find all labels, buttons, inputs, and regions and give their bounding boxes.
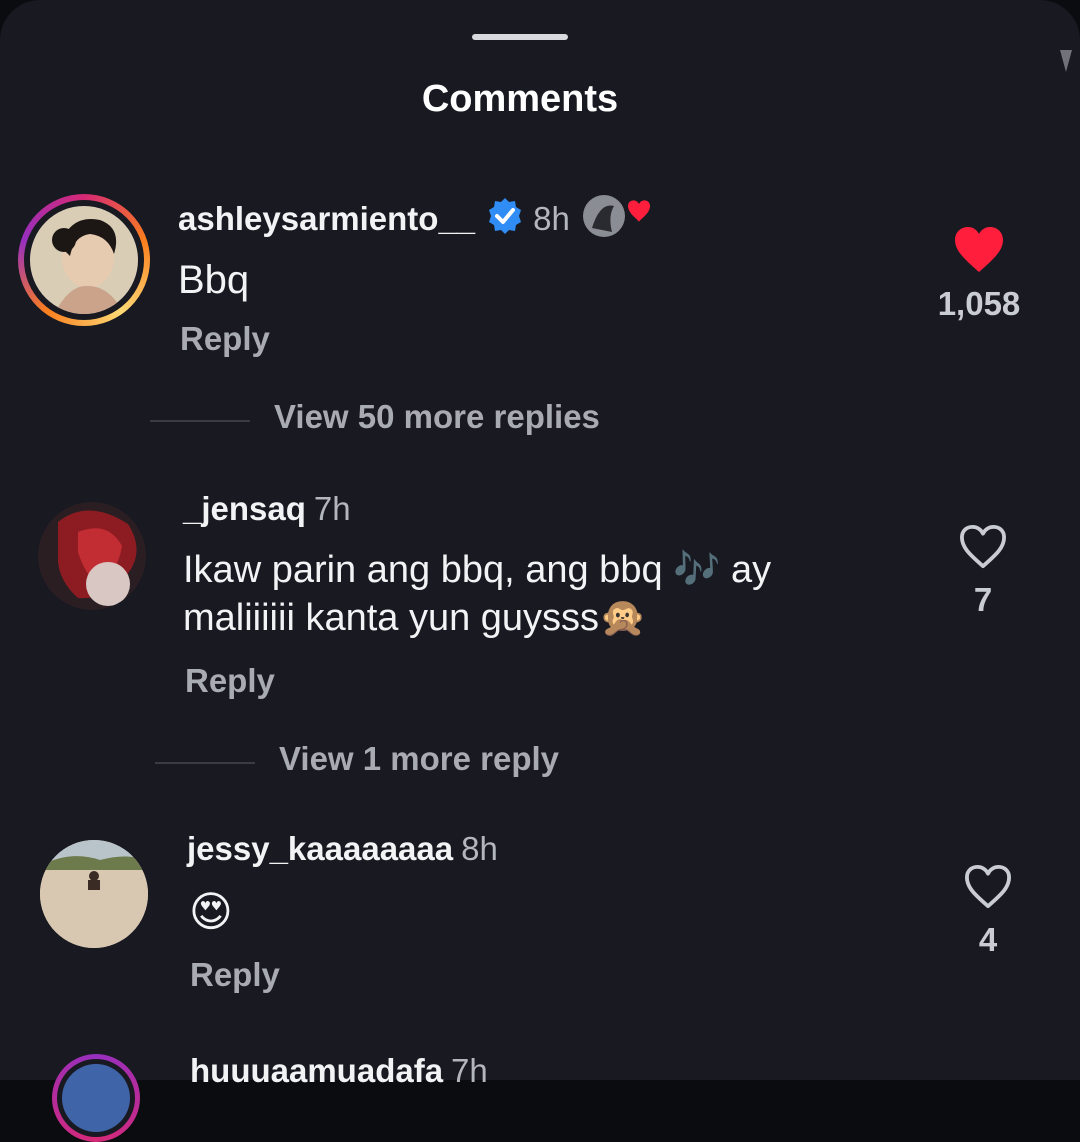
- comment-text-line: maliiiiii kanta yun guysss: [183, 597, 600, 639]
- replies-divider: [155, 762, 255, 764]
- comment-text-line: ay: [720, 549, 772, 591]
- avatar[interactable]: [40, 840, 148, 948]
- comment-text: Bbq: [178, 258, 250, 302]
- reply-button[interactable]: Reply: [190, 956, 280, 994]
- comment-text-line: Ikaw parin ang bbq, ang bbq: [183, 549, 663, 591]
- comments-sheet: Comments ashleysarmiento__ 8h Bbq Reply 1…: [0, 0, 1080, 1142]
- reply-button[interactable]: Reply: [185, 662, 275, 700]
- username[interactable]: huuuaamuadafa: [190, 1052, 443, 1089]
- comment-time: 8h: [533, 200, 570, 237]
- sheet-title: Comments: [421, 78, 619, 120]
- view-replies-button[interactable]: View 50 more replies: [274, 398, 600, 436]
- story-ring[interactable]: [18, 194, 150, 326]
- comment-text: Ikaw parin ang bbq, ang bbq 🎶 ay maliiii…: [183, 546, 903, 642]
- like-button[interactable]: 1,058: [924, 226, 1034, 323]
- music-notes-icon: 🎶: [673, 549, 721, 591]
- username[interactable]: jessy_kaaaaaaaa: [187, 830, 453, 867]
- reply-button[interactable]: Reply: [180, 320, 270, 358]
- comment-time: 8h: [461, 830, 498, 867]
- like-button[interactable]: 7: [928, 524, 1038, 619]
- creator-liked-icon: [582, 192, 652, 240]
- avatar[interactable]: [38, 502, 146, 610]
- scroll-indicator: [1060, 50, 1072, 72]
- monkey-emoji-icon: 🙊: [599, 597, 647, 639]
- comment-header: jessy_kaaaaaaaa 8h: [187, 830, 498, 868]
- heart-outline-icon: [960, 524, 1006, 569]
- comment-header: _jensaq 7h: [183, 490, 351, 528]
- comment-header: ashleysarmiento__ 8h: [178, 192, 652, 244]
- view-replies-button[interactable]: View 1 more reply: [279, 740, 559, 778]
- heart-outline-icon: [965, 864, 1011, 909]
- username[interactable]: ashleysarmiento__: [178, 200, 475, 237]
- like-count: 7: [973, 581, 993, 618]
- heart-filled-icon: [955, 227, 1003, 272]
- comment-time: 7h: [451, 1052, 488, 1089]
- like-count: 1,058: [937, 285, 1021, 322]
- comment-time: 7h: [313, 490, 351, 527]
- replies-divider: [150, 420, 250, 422]
- comment-text: 😍: [189, 888, 233, 935]
- like-count: 4: [978, 921, 998, 958]
- drag-handle[interactable]: [472, 34, 568, 40]
- verified-badge-icon: [485, 196, 525, 244]
- username[interactable]: _jensaq: [183, 490, 306, 527]
- avatar[interactable]: [30, 206, 138, 314]
- comment-header: huuuaamuadafa 7h: [190, 1052, 488, 1090]
- story-ring[interactable]: [52, 1054, 140, 1142]
- like-button[interactable]: 4: [933, 864, 1043, 959]
- avatar[interactable]: [62, 1064, 130, 1132]
